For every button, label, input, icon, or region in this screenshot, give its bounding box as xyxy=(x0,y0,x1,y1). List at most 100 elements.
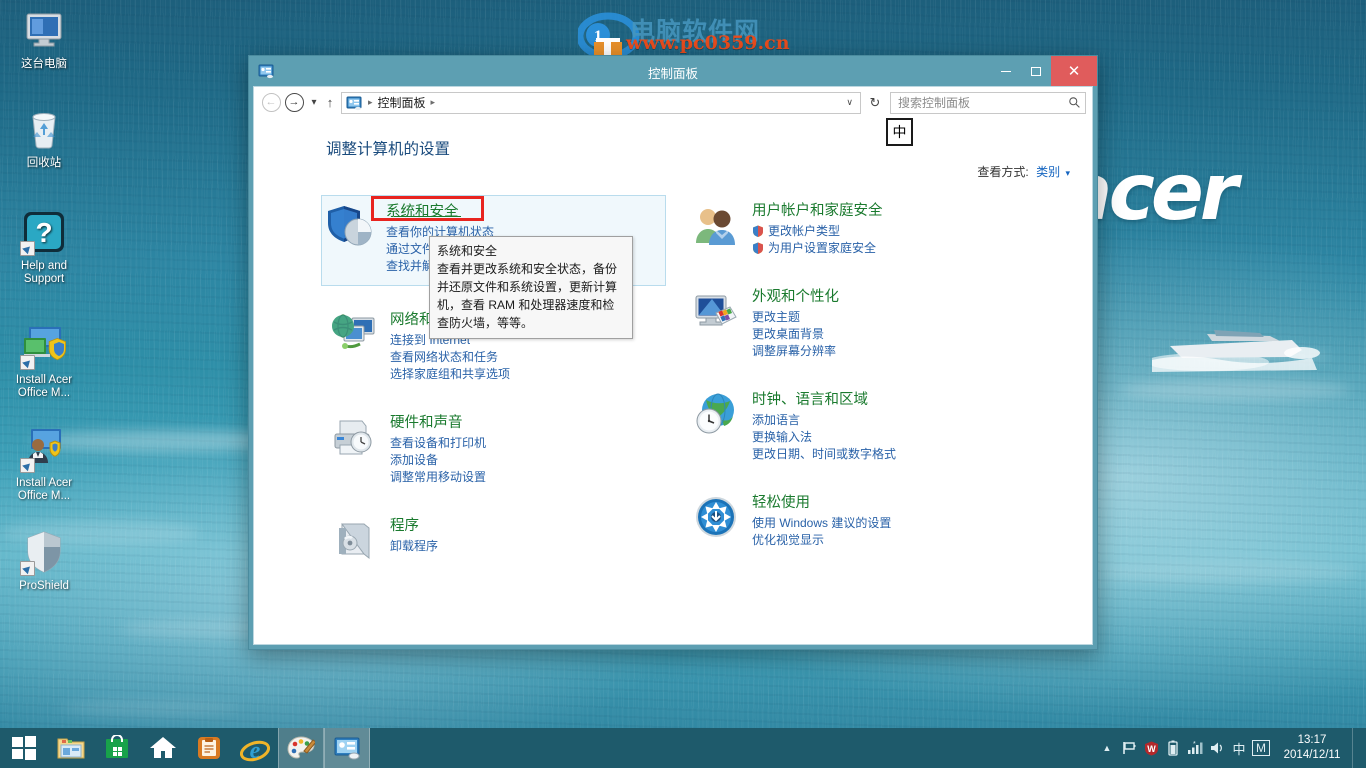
taskbar[interactable]: e ▲ xyxy=(0,728,1366,768)
category-title[interactable]: 硬件和声音 xyxy=(390,411,463,432)
start-button[interactable] xyxy=(0,728,48,768)
desktop[interactable]: acer 这台电脑 xyxy=(0,0,1366,768)
category-ease-of-access[interactable]: 轻松使用 使用 Windows 建议的设置 优化视觉显示 xyxy=(688,487,1026,555)
category-link[interactable]: 卸载程序 xyxy=(390,538,670,555)
printer-clock-icon xyxy=(330,413,378,461)
shortcut-overlay-icon xyxy=(20,561,35,576)
taskbar-item-home[interactable] xyxy=(140,728,186,768)
category-appearance-and-personalization[interactable]: 外观和个性化 更改主题 更改桌面背景 调整屏幕分辨率 xyxy=(688,281,1026,366)
category-link[interactable]: 选择家庭组和共享选项 xyxy=(390,366,670,383)
desktop-icon-label: Install Acer Office M... xyxy=(6,374,82,400)
clock[interactable]: 13:17 2014/12/11 xyxy=(1272,733,1346,763)
category-link[interactable]: 添加设备 xyxy=(390,452,670,469)
desktop-icon-install-acer-office-manager-2[interactable]: Install Acer Office M... xyxy=(6,425,82,503)
network-signal-icon[interactable]: * xyxy=(1184,728,1206,768)
svg-text:?: ? xyxy=(35,217,52,248)
category-title[interactable]: 用户帐户和家庭安全 xyxy=(752,199,883,220)
category-link[interactable]: 更改日期、时间或数字格式 xyxy=(752,446,1020,463)
help-question-icon: ? xyxy=(20,208,68,256)
up-button[interactable]: ↑ xyxy=(322,92,338,114)
chevron-down-icon[interactable]: ▾ xyxy=(1065,168,1070,178)
back-button[interactable]: ← xyxy=(260,92,282,114)
window-body: ← → ▾ ↑ ▸ 控制面板 xyxy=(253,86,1093,645)
desktop-icon-recycle-bin[interactable]: 回收站 xyxy=(6,105,82,170)
volume-icon[interactable] xyxy=(1206,728,1228,768)
shortcut-overlay-icon xyxy=(20,458,35,473)
breadcrumb-separator[interactable]: ▸ xyxy=(428,97,439,108)
taskbar-item-file-explorer[interactable] xyxy=(48,728,94,768)
taskbar-item-paint[interactable] xyxy=(278,728,324,768)
category-text: 时钟、语言和区域 添加语言 更换输入法 更改日期、时间或数字格式 xyxy=(752,388,1020,463)
watermark-site-name: 电脑软件网 xyxy=(630,12,760,48)
breadcrumb-item-control-panel[interactable]: 控制面板 xyxy=(376,94,428,111)
address-toolbar: ← → ▾ ↑ ▸ 控制面板 xyxy=(254,87,1092,119)
clock-date: 2014/12/11 xyxy=(1278,748,1346,763)
category-link[interactable]: 使用 Windows 建议的设置 xyxy=(752,515,1020,532)
category-title[interactable]: 轻松使用 xyxy=(752,491,810,512)
control-panel-window[interactable]: 控制面板 ✕ ← → ▾ ↑ xyxy=(248,55,1098,650)
window-titlebar[interactable]: 控制面板 ✕ xyxy=(249,56,1097,86)
control-panel-content: 调整计算机的设置 查看方式: 类别 ▾ xyxy=(254,119,1092,644)
category-link[interactable]: 更改桌面背景 xyxy=(752,326,1020,343)
category-link[interactable]: 更换输入法 xyxy=(752,429,1020,446)
desktop-icon-install-acer-office-manager-1[interactable]: Install Acer Office M... xyxy=(6,322,82,400)
category-link[interactable]: 查看网络状态和任务 xyxy=(390,349,670,366)
security-shield-icon[interactable]: W xyxy=(1140,728,1162,768)
ime-chinese-icon[interactable]: 中 xyxy=(1228,728,1250,768)
view-by-label: 查看方式: xyxy=(977,165,1028,179)
uac-shield-icon xyxy=(752,225,764,237)
window-title: 控制面板 xyxy=(249,63,1097,82)
ime-indicator[interactable]: 中 xyxy=(886,118,913,146)
view-by-value[interactable]: 类别 xyxy=(1036,165,1060,179)
svg-text:W: W xyxy=(1147,744,1156,754)
search-input[interactable]: 搜索控制面板 xyxy=(890,92,1086,114)
category-programs[interactable]: 程序 卸载程序 xyxy=(326,510,676,570)
taskbar-item-notepad-app[interactable] xyxy=(186,728,232,768)
watermark-url: www.pc0359.cn xyxy=(626,32,790,54)
taskbar-item-store[interactable] xyxy=(94,728,140,768)
category-hardware-and-sound[interactable]: 硬件和声音 查看设备和打印机 添加设备 调整常用移动设置 xyxy=(326,407,676,492)
water-foam xyxy=(1120,380,1350,400)
category-user-accounts-and-family-safety[interactable]: 用户帐户和家庭安全 更改帐户类型 xyxy=(688,195,1026,263)
category-link[interactable]: 更改主题 xyxy=(752,309,1020,326)
category-link[interactable]: 添加语言 xyxy=(752,412,1020,429)
battery-icon[interactable] xyxy=(1162,728,1184,768)
desktop-icon-this-pc[interactable]: 这台电脑 xyxy=(6,6,82,71)
action-center-flag-icon[interactable] xyxy=(1118,728,1140,768)
address-dropdown-button[interactable]: ∨ xyxy=(842,97,860,108)
svg-text:*: * xyxy=(1193,741,1196,748)
taskbar-item-internet-explorer[interactable]: e xyxy=(232,728,278,768)
ime-mode-icon[interactable]: M xyxy=(1250,728,1272,768)
store-bag-icon xyxy=(104,735,130,761)
desktop-icon-proshield[interactable]: ProShield xyxy=(6,528,82,593)
category-link-text: 为用户设置家庭安全 xyxy=(768,241,876,255)
refresh-button[interactable]: ↻ xyxy=(865,92,885,114)
category-title[interactable]: 时钟、语言和区域 xyxy=(752,388,868,409)
close-button[interactable]: ✕ xyxy=(1051,56,1097,86)
recycle-bin-icon xyxy=(20,105,68,153)
maximize-button[interactable] xyxy=(1021,56,1051,86)
category-link[interactable]: 优化视觉显示 xyxy=(752,532,1020,549)
shortcut-overlay-icon xyxy=(20,241,35,256)
view-by-control[interactable]: 查看方式: 类别 ▾ xyxy=(977,163,1070,180)
desktop-icon-help-and-support[interactable]: ? Help and Support xyxy=(6,208,82,286)
category-link[interactable]: 调整屏幕分辨率 xyxy=(752,343,1020,360)
water-foam xyxy=(1180,350,1330,362)
category-link[interactable]: 查看设备和打印机 xyxy=(390,435,670,452)
show-hidden-icons-button[interactable]: ▲ xyxy=(1096,728,1118,768)
category-title[interactable]: 外观和个性化 xyxy=(752,285,839,306)
category-clock-language-and-region[interactable]: 时钟、语言和区域 添加语言 更换输入法 更改日期、时间或数字格式 xyxy=(688,384,1026,469)
taskbar-item-control-panel[interactable] xyxy=(324,728,370,768)
category-title[interactable]: 系统和安全 xyxy=(386,200,459,221)
breadcrumb[interactable]: ▸ 控制面板 ▸ ∨ xyxy=(341,92,861,114)
category-link[interactable]: 为用户设置家庭安全 xyxy=(752,240,1020,257)
category-title[interactable]: 程序 xyxy=(390,514,419,535)
category-link[interactable]: 更改帐户类型 xyxy=(752,223,1020,240)
recent-locations-button[interactable]: ▾ xyxy=(306,92,322,114)
category-text: 硬件和声音 查看设备和打印机 添加设备 调整常用移动设置 xyxy=(390,411,670,486)
category-link[interactable]: 调整常用移动设置 xyxy=(390,469,670,486)
page-title: 调整计算机的设置 xyxy=(326,137,1068,159)
show-desktop-button[interactable] xyxy=(1352,728,1360,768)
forward-button[interactable]: → xyxy=(283,92,305,114)
minimize-button[interactable] xyxy=(991,56,1021,86)
